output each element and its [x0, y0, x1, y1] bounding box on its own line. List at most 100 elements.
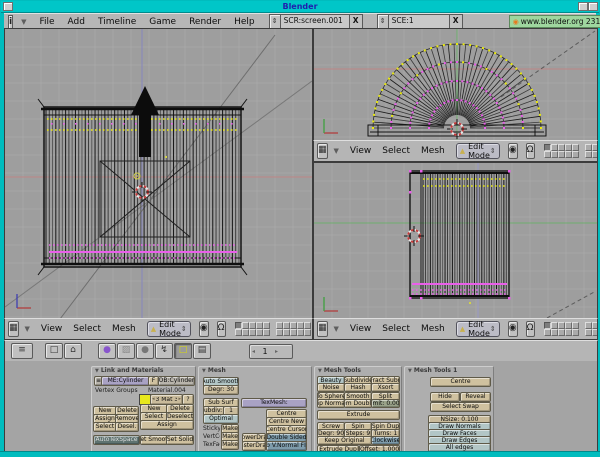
draw-type-icon[interactable]: ◉: [199, 321, 209, 337]
close-button[interactable]: [588, 2, 598, 11]
window-menu-button[interactable]: [3, 2, 13, 11]
blender-org-badge[interactable]: ◉ www.blender.org 231: [509, 15, 600, 28]
layer-toggle[interactable]: [565, 144, 572, 151]
header-menu-collapse-icon[interactable]: ▼: [334, 325, 339, 333]
menu-file[interactable]: File: [39, 17, 54, 27]
rem-doubles-button[interactable]: Rem Doubles: [344, 399, 372, 408]
mat-assign-button[interactable]: Assign: [140, 420, 194, 430]
scene-browse-icon[interactable]: ⇕: [377, 14, 389, 29]
autotexspace-toggle[interactable]: AutoTexSpace: [93, 435, 140, 445]
titlebar[interactable]: Blender: [1, 1, 599, 13]
layer-toggle[interactable]: [551, 329, 558, 336]
layer-toggle[interactable]: [235, 329, 242, 336]
menu-help[interactable]: Help: [234, 17, 255, 27]
panel-header[interactable]: ▼Mesh: [202, 367, 226, 374]
menu-view[interactable]: View: [350, 324, 371, 334]
panel-header[interactable]: ▼Link and Materials: [95, 367, 163, 374]
optimal-toggle[interactable]: Optimal: [203, 414, 239, 424]
layer-toggle[interactable]: [290, 322, 297, 329]
layer-toggle[interactable]: [283, 322, 290, 329]
mode-dropdown[interactable]: ▲ Edit Mode ⇕: [456, 143, 500, 159]
layer-toggle[interactable]: [558, 322, 565, 329]
layer-toggle[interactable]: [565, 329, 572, 336]
layer-toggle[interactable]: [276, 322, 283, 329]
vgroup-select-button[interactable]: Select: [93, 422, 117, 432]
buttons-window-type-icon[interactable]: ≡: [11, 343, 33, 359]
centre-button[interactable]: Centre: [430, 377, 491, 387]
menu-select[interactable]: Select: [382, 324, 410, 334]
menu-render[interactable]: Render: [189, 17, 221, 27]
panel-header[interactable]: ▼Mesh Tools: [318, 367, 361, 374]
menu-mesh[interactable]: Mesh: [112, 324, 136, 334]
clockwise-toggle[interactable]: Clockwise: [371, 436, 400, 445]
layer-toggle[interactable]: [572, 144, 579, 151]
viewport-type-icon[interactable]: ▦: [317, 321, 328, 337]
layer-toggle[interactable]: [592, 322, 598, 329]
draw-type-icon[interactable]: ◉: [508, 143, 518, 159]
layer-toggle[interactable]: [551, 322, 558, 329]
menu-select[interactable]: Select: [382, 146, 410, 156]
layer-buttons[interactable]: [544, 322, 598, 336]
layer-toggle[interactable]: [242, 329, 249, 336]
rotation-pivot-icon[interactable]: Ω: [217, 321, 226, 337]
layer-toggle[interactable]: [585, 329, 592, 336]
menu-timeline[interactable]: Timeline: [98, 17, 136, 27]
layer-toggle[interactable]: [551, 151, 558, 158]
noise-button[interactable]: Noise: [317, 383, 345, 392]
layer-toggle[interactable]: [585, 151, 592, 158]
degr-field[interactable]: Degr: 30: [203, 385, 239, 395]
screen-browse-icon[interactable]: ⇕: [269, 14, 281, 29]
mesh-name-field[interactable]: ME:Cylinder: [101, 376, 150, 386]
layer-toggle[interactable]: [585, 322, 592, 329]
hash-button[interactable]: Hash: [344, 383, 372, 392]
layer-toggle[interactable]: [592, 144, 598, 151]
editing-button-icon[interactable]: □: [174, 343, 192, 359]
layer-group[interactable]: [276, 322, 312, 336]
vgroup-deselect-button[interactable]: Desel.: [115, 422, 139, 432]
layer-toggle[interactable]: [235, 322, 242, 329]
layer-toggle[interactable]: [565, 322, 572, 329]
xsort-button[interactable]: Xsort: [371, 383, 400, 392]
script-button-icon[interactable]: ▨: [117, 343, 135, 359]
texmesh-field[interactable]: TexMesh:: [241, 398, 307, 408]
viewport-type-icon[interactable]: ▦: [8, 321, 19, 337]
rotation-pivot-icon[interactable]: Ω: [526, 321, 535, 337]
home-icon[interactable]: ⌂: [64, 343, 82, 359]
layer-toggle[interactable]: [256, 322, 263, 329]
frame-down-icon[interactable]: ◂: [250, 348, 257, 355]
screen-name-field[interactable]: SCR:screen.001: [281, 14, 350, 29]
select-swap-button[interactable]: Select Swap: [430, 402, 491, 412]
viewport-side-canvas[interactable]: [313, 162, 598, 320]
menu-select[interactable]: Select: [73, 324, 101, 334]
menu-collapse-icon[interactable]: ▼: [21, 18, 26, 26]
set-solid-button[interactable]: Set Solid: [166, 435, 194, 445]
layer-group[interactable]: [544, 322, 580, 336]
window-type-icon[interactable]: i: [8, 15, 13, 29]
layer-toggle[interactable]: [558, 151, 565, 158]
layer-buttons[interactable]: [544, 144, 598, 158]
menu-mesh[interactable]: Mesh: [421, 324, 445, 334]
layer-toggle[interactable]: [263, 329, 270, 336]
layer-toggle[interactable]: [263, 322, 270, 329]
mode-dropdown[interactable]: ▲ Edit Mode ⇕: [147, 321, 191, 337]
layer-group[interactable]: [585, 322, 598, 336]
menu-mesh[interactable]: Mesh: [421, 146, 445, 156]
layer-toggle[interactable]: [297, 322, 304, 329]
viewport-type-icon[interactable]: ▦: [317, 143, 328, 159]
viewport-front-canvas[interactable]: [4, 28, 313, 320]
reveal-button[interactable]: Reveal: [460, 392, 491, 402]
layer-toggle[interactable]: [572, 151, 579, 158]
layer-toggle[interactable]: [290, 329, 297, 336]
layer-toggle[interactable]: [558, 144, 565, 151]
layer-toggle[interactable]: [276, 329, 283, 336]
layer-toggle[interactable]: [249, 329, 256, 336]
layer-toggle[interactable]: [242, 322, 249, 329]
layer-toggle[interactable]: [592, 151, 598, 158]
shading-button-icon[interactable]: ●: [136, 343, 154, 359]
set-smooth-button[interactable]: Set Smooth: [140, 435, 168, 445]
layer-toggle[interactable]: [544, 151, 551, 158]
screen-delete-button[interactable]: X: [350, 14, 363, 29]
menu-game[interactable]: Game: [149, 17, 176, 27]
layer-buttons[interactable]: [235, 322, 313, 336]
layer-toggle[interactable]: [592, 329, 598, 336]
